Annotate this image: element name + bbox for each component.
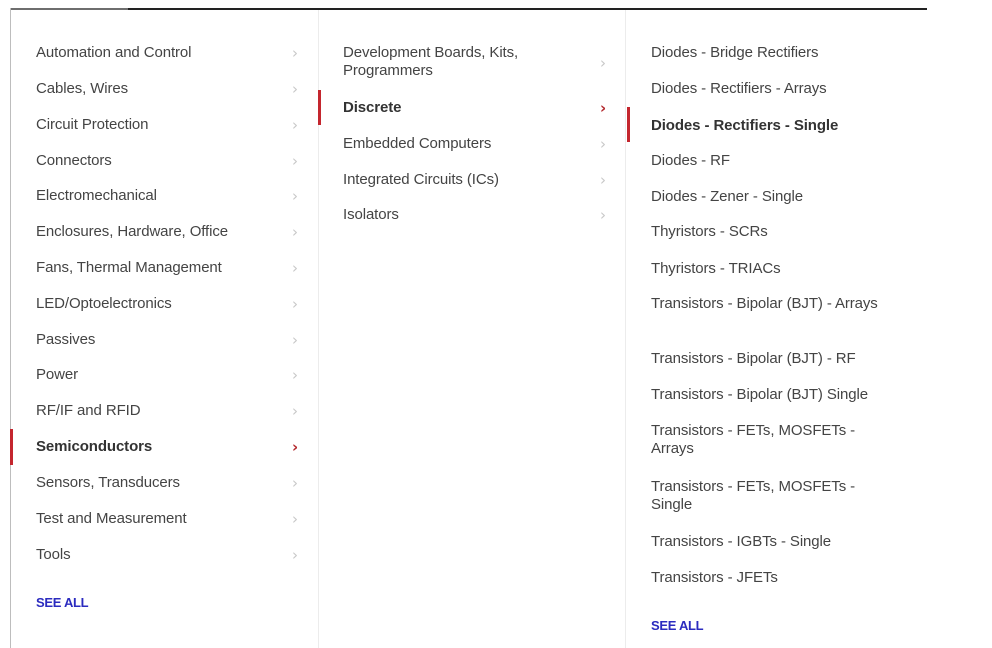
category-item[interactable]: Test and Measurement › bbox=[11, 509, 318, 529]
chevron-right-icon: › bbox=[292, 80, 298, 98]
chevron-right-icon: › bbox=[292, 331, 298, 349]
chevron-right-icon: › bbox=[292, 510, 298, 528]
product-type-label: Diodes - Bridge Rectifiers bbox=[651, 44, 819, 61]
category-label: Electromechanical bbox=[36, 187, 157, 204]
chevron-right-icon: › bbox=[600, 54, 606, 72]
product-type-item[interactable]: Transistors - FETs, MOSFETs - Single bbox=[626, 476, 926, 516]
chevron-right-icon: › bbox=[292, 44, 298, 62]
product-type-item[interactable]: Diodes - Rectifiers - Arrays bbox=[626, 79, 926, 99]
subcategory-item[interactable]: Embedded Computers › bbox=[319, 134, 625, 154]
product-type-item[interactable]: Diodes - Zener - Single bbox=[626, 187, 926, 207]
product-type-item[interactable]: Transistors - JFETs bbox=[626, 568, 926, 588]
chevron-right-icon: › bbox=[292, 116, 298, 134]
chevron-right-icon: › bbox=[292, 152, 298, 170]
subcategory-item[interactable]: Development Boards, Kits, Programmers › bbox=[319, 42, 625, 82]
category-label: Enclosures, Hardware, Office bbox=[36, 223, 229, 240]
category-label: LED/Optoelectronics bbox=[36, 295, 172, 312]
category-label: Cables, Wires bbox=[36, 80, 129, 97]
category-label: Semiconductors bbox=[36, 438, 153, 455]
subcategory-column: Development Boards, Kits, Programmers › … bbox=[318, 10, 626, 648]
subcategory-item-active[interactable]: Discrete › bbox=[319, 98, 625, 118]
category-item[interactable]: Power › bbox=[11, 365, 318, 385]
product-type-item-active[interactable]: Diodes - Rectifiers - Single bbox=[626, 116, 926, 136]
chevron-right-icon: › bbox=[292, 223, 298, 241]
subcategory-label: Isolators bbox=[343, 206, 399, 223]
category-label: Tools bbox=[36, 546, 71, 563]
category-item-active[interactable]: Semiconductors › bbox=[11, 437, 318, 457]
category-label: RF/IF and RFID bbox=[36, 402, 141, 419]
category-item[interactable]: Automation and Control › bbox=[11, 43, 318, 63]
category-item[interactable]: Connectors › bbox=[11, 151, 318, 171]
category-item[interactable]: LED/Optoelectronics › bbox=[11, 294, 318, 314]
chevron-right-icon: › bbox=[292, 259, 298, 277]
subcategory-label: Discrete bbox=[343, 99, 402, 116]
product-type-label: Transistors - JFETs bbox=[651, 569, 778, 586]
category-item[interactable]: Passives › bbox=[11, 330, 318, 350]
chevron-right-icon: › bbox=[292, 187, 298, 205]
product-type-item[interactable]: Diodes - Bridge Rectifiers bbox=[626, 43, 926, 63]
chevron-right-icon: › bbox=[292, 438, 299, 456]
category-item[interactable]: Enclosures, Hardware, Office › bbox=[11, 222, 318, 242]
category-label: Sensors, Transducers bbox=[36, 474, 180, 491]
product-type-item[interactable]: Diodes - RF bbox=[626, 151, 926, 171]
category-column: Automation and Control › Cables, Wires ›… bbox=[10, 10, 319, 648]
subcategory-label: Development Boards, Kits, Programmers bbox=[343, 44, 519, 79]
product-type-item[interactable]: Transistors - Bipolar (BJT) Single bbox=[626, 385, 926, 405]
product-type-label: Thyristors - TRIACs bbox=[651, 260, 781, 277]
product-type-label: Thyristors - SCRs bbox=[651, 223, 768, 240]
category-label: Connectors bbox=[36, 152, 112, 169]
product-type-label: Diodes - Zener - Single bbox=[651, 188, 803, 205]
product-type-label: Diodes - Rectifiers - Single bbox=[651, 117, 839, 134]
category-label: Power bbox=[36, 366, 79, 383]
product-type-label: Transistors - Bipolar (BJT) - Arrays bbox=[651, 295, 878, 312]
category-label: Passives bbox=[36, 331, 96, 348]
product-type-label: Transistors - Bipolar (BJT) Single bbox=[651, 386, 868, 403]
product-type-label: Diodes - RF bbox=[651, 152, 730, 169]
category-item[interactable]: RF/IF and RFID › bbox=[11, 401, 318, 421]
product-type-item[interactable]: Thyristors - TRIACs bbox=[626, 259, 926, 279]
category-label: Fans, Thermal Management bbox=[36, 259, 222, 276]
product-type-label: Transistors - Bipolar (BJT) - RF bbox=[651, 350, 856, 367]
chevron-right-icon: › bbox=[292, 474, 298, 492]
chevron-right-icon: › bbox=[600, 99, 607, 117]
product-type-column: Diodes - Bridge Rectifiers Diodes - Rect… bbox=[626, 10, 926, 648]
chevron-right-icon: › bbox=[292, 295, 298, 313]
product-type-item[interactable]: Transistors - IGBTs - Single bbox=[626, 532, 926, 552]
product-type-item[interactable]: Transistors - Bipolar (BJT) - RF bbox=[626, 349, 926, 369]
subcategory-item[interactable]: Integrated Circuits (ICs) › bbox=[319, 170, 625, 190]
category-label: Test and Measurement bbox=[36, 510, 187, 527]
chevron-right-icon: › bbox=[292, 366, 298, 384]
chevron-right-icon: › bbox=[600, 206, 606, 224]
category-item[interactable]: Cables, Wires › bbox=[11, 79, 318, 99]
category-item[interactable]: Sensors, Transducers › bbox=[11, 473, 318, 493]
subcategory-item[interactable]: Isolators › bbox=[319, 205, 625, 225]
chevron-right-icon: › bbox=[292, 546, 298, 564]
category-item[interactable]: Tools › bbox=[11, 545, 318, 565]
chevron-right-icon: › bbox=[292, 402, 298, 420]
subcategory-label: Embedded Computers bbox=[343, 135, 492, 152]
product-type-label: Transistors - FETs, MOSFETs - Arrays bbox=[651, 422, 856, 457]
product-type-item[interactable]: Thyristors - SCRs bbox=[626, 222, 926, 242]
product-type-label: Transistors - IGBTs - Single bbox=[651, 533, 832, 550]
category-item[interactable]: Fans, Thermal Management › bbox=[11, 258, 318, 278]
see-all-product-types-link[interactable]: SEE ALL bbox=[651, 618, 704, 633]
chevron-right-icon: › bbox=[600, 135, 606, 153]
chevron-right-icon: › bbox=[600, 171, 606, 189]
product-type-item[interactable]: Transistors - FETs, MOSFETs - Arrays bbox=[626, 420, 926, 460]
mega-menu: Automation and Control › Cables, Wires ›… bbox=[10, 8, 927, 648]
see-all-categories-link[interactable]: SEE ALL bbox=[36, 595, 89, 610]
category-label: Automation and Control bbox=[36, 44, 192, 61]
category-label: Circuit Protection bbox=[36, 116, 149, 133]
subcategory-label: Integrated Circuits (ICs) bbox=[343, 171, 499, 188]
product-type-item[interactable]: Transistors - Bipolar (BJT) - Arrays bbox=[626, 293, 926, 333]
category-item[interactable]: Electromechanical › bbox=[11, 186, 318, 206]
category-item[interactable]: Circuit Protection › bbox=[11, 115, 318, 135]
product-type-label: Diodes - Rectifiers - Arrays bbox=[651, 80, 827, 97]
product-type-label: Transistors - FETs, MOSFETs - Single bbox=[651, 478, 856, 513]
